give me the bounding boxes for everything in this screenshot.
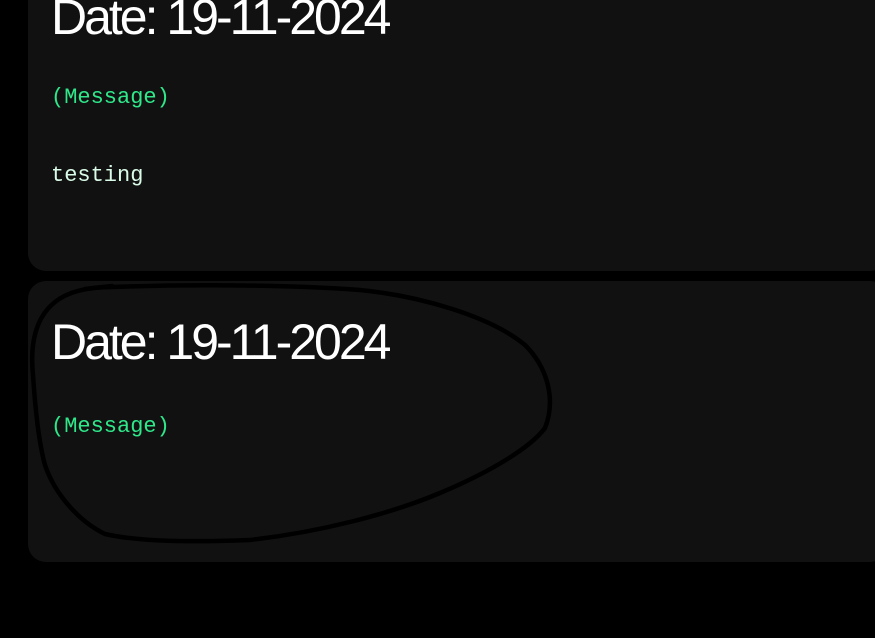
message-card: Date: 19-11-2024 (Message) — [28, 281, 875, 562]
message-label: (Message) — [51, 85, 170, 110]
entry-date: Date: 19-11-2024 — [51, 314, 391, 370]
message-text: testing — [51, 163, 144, 188]
entry-date: Date: 19-11-2024 — [51, 0, 391, 45]
page: Date: 19-11-2024 (Message) testing Date:… — [0, 0, 875, 638]
message-label: (Message) — [51, 414, 170, 439]
message-card: Date: 19-11-2024 (Message) testing — [28, 0, 875, 271]
